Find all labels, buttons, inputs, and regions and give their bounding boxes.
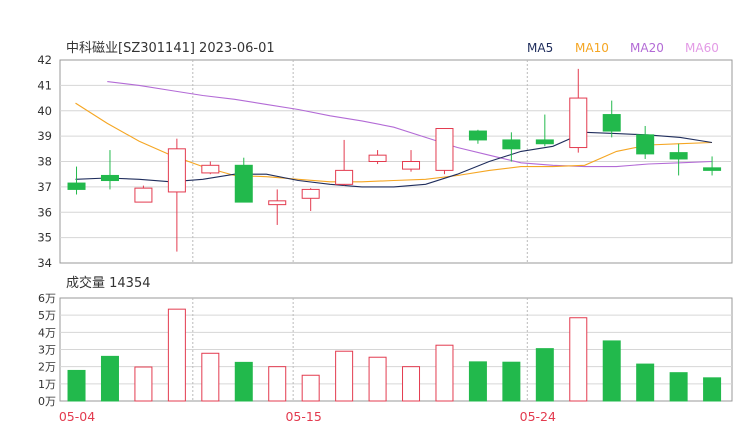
candle-body — [602, 114, 621, 132]
price-tick-label: 36 — [37, 205, 52, 219]
legend-item-ma20: MA20 — [630, 41, 664, 55]
candle-body — [636, 134, 655, 155]
volume-panel: 0万 1万 2万 3万 4万 5万 6万 05-04 05-15 05-24 — [38, 292, 733, 424]
candle-body — [402, 161, 421, 170]
chart-svg: 中科磁业[SZ301141] 2023-06-01 MA5 MA10 MA20 MA6… — [37, 41, 733, 424]
volume-bar — [167, 308, 186, 402]
volume-bar — [134, 366, 153, 402]
price-tick-label: 35 — [37, 231, 52, 245]
volume-bar — [468, 361, 487, 402]
price-tick-label: 34 — [37, 256, 52, 270]
volume-bar — [602, 340, 621, 402]
volume-tick-label: 4万 — [38, 326, 56, 339]
price-panel: 34 35 36 37 38 39 40 41 42 — [37, 53, 733, 270]
candle-body — [268, 200, 287, 206]
date-label: 05-15 — [285, 409, 321, 424]
candle-body — [502, 139, 521, 150]
stock-chart: 中科磁业[SZ301141] 2023-06-01 MA5 MA10 MA20 MA6… — [0, 0, 740, 440]
candle-body — [468, 130, 487, 141]
volume-bar — [703, 377, 722, 402]
volume-bar — [100, 355, 119, 402]
legend: MA5 MA10 MA20 MA60 — [527, 41, 719, 55]
candle-body — [368, 154, 387, 162]
volume-tick-label: 1万 — [38, 378, 56, 391]
price-tick-label: 40 — [37, 104, 52, 118]
volume-tick-label: 6万 — [38, 292, 56, 305]
volume-tick-label: 0万 — [38, 395, 56, 408]
volume-bar — [402, 366, 421, 402]
candle-body — [167, 148, 186, 193]
volume-tick-label: 2万 — [38, 361, 56, 374]
volume-bar — [368, 356, 387, 402]
price-tick-label: 37 — [37, 180, 52, 194]
price-tick-label: 38 — [37, 155, 52, 169]
legend-item-ma60: MA60 — [685, 41, 719, 55]
volume-bar — [201, 352, 220, 402]
volume-bar — [234, 361, 253, 402]
candle-body — [234, 164, 253, 203]
candle-body — [301, 188, 320, 199]
volume-bar — [502, 361, 521, 402]
volume-bar — [535, 348, 554, 402]
price-tick-label: 39 — [37, 129, 52, 143]
legend-item-ma10: MA10 — [575, 41, 609, 55]
price-tick-label: 41 — [37, 78, 52, 92]
candle-body — [100, 174, 119, 182]
candle-body — [67, 182, 86, 190]
price-tick-label: 42 — [37, 53, 52, 67]
volume-bar — [435, 344, 454, 402]
candle-body — [535, 139, 554, 145]
candle-body — [669, 152, 688, 160]
date-label: 05-24 — [520, 409, 556, 424]
candle-body — [134, 187, 153, 203]
volume-bar — [268, 366, 287, 402]
chart-title: 中科磁业[SZ301141] 2023-06-01 — [66, 41, 275, 56]
candle-body — [703, 167, 722, 171]
candle-body — [435, 128, 454, 171]
candle-body — [201, 164, 220, 174]
volume-label: 成交量 14354 — [66, 275, 151, 291]
volume-bar — [67, 369, 86, 402]
volume-tick-label: 5万 — [38, 309, 56, 322]
legend-item-ma5: MA5 — [527, 41, 553, 55]
ma20-line — [107, 81, 713, 168]
volume-bar — [669, 372, 688, 402]
candle-body — [569, 97, 588, 149]
volume-bar — [301, 374, 320, 402]
volume-bar — [569, 317, 588, 402]
date-label: 05-04 — [59, 409, 95, 424]
volume-bar — [636, 363, 655, 402]
volume-bar — [335, 350, 354, 402]
candle-body — [335, 169, 354, 185]
volume-tick-label: 3万 — [38, 344, 56, 357]
